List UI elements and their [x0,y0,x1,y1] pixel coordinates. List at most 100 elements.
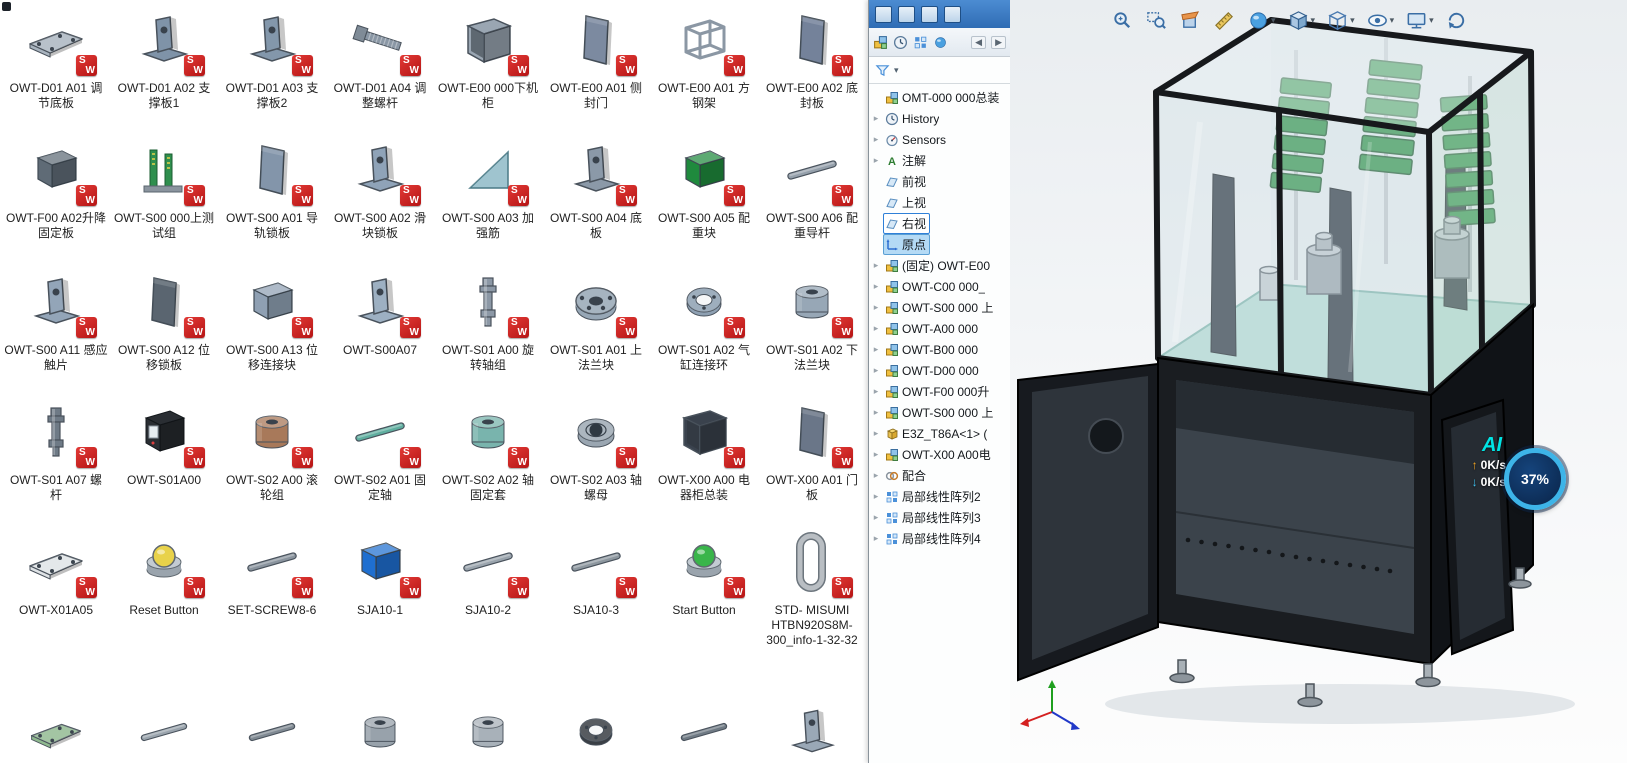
file-item[interactable] [326,694,434,763]
file-item[interactable]: SW STD- MISUMI HTBN920S8M-300_info-1-32-… [758,522,866,694]
expander-icon[interactable]: ▸ [869,470,883,481]
file-item[interactable]: SW SET-SCREW8-6 [218,522,326,694]
tree-item[interactable]: 右视 [869,213,1010,234]
file-item[interactable]: SW SJA10-3 [542,522,650,694]
configuration-manager-tab-icon[interactable] [913,35,928,50]
command-icon[interactable] [898,6,915,23]
file-item[interactable]: SW OWT-S01 A07 螺杆 [2,392,110,522]
file-item[interactable]: SW OWT-D01 A03 支撑板2 [218,0,326,130]
tree-item[interactable]: ▸ OWT-C00 000_ [869,276,1010,297]
file-item[interactable]: SW OWT-S00 A05 配重块 [650,130,758,262]
expander-icon[interactable]: ▸ [869,386,883,397]
file-item[interactable]: SW OWT-S00 A01 导轨锁板 [218,130,326,262]
tab-scroll-left-button[interactable]: ◀ [971,36,986,49]
zoom-fit-icon[interactable] [1110,8,1135,33]
zoom-area-icon[interactable] [1144,8,1169,33]
file-item[interactable]: SW OWT-D01 A01 调节底板 [2,0,110,130]
file-item[interactable]: SW OWT-X00 A01 门板 [758,392,866,522]
file-item[interactable]: SW SJA10-1 [326,522,434,694]
dropdown-caret-icon[interactable]: ▾ [1429,15,1434,26]
file-item[interactable]: SW OWT-S00 A03 加强筋 [434,130,542,262]
3d-model-machine[interactable] [1010,12,1627,763]
tree-item[interactable]: ▸ OWT-A00 000 [869,318,1010,339]
tree-item[interactable]: ▸ History [869,108,1010,129]
file-item[interactable] [218,694,326,763]
tree-item[interactable]: ▸ Sensors [869,129,1010,150]
tree-item[interactable]: ▸ (固定) OWT-E00 [869,255,1010,276]
scene-icon[interactable]: ▾ [1404,8,1435,33]
expander-icon[interactable]: ▸ [869,491,883,502]
file-item[interactable]: SW OWT-E00 A01 侧封门 [542,0,650,130]
file-item[interactable]: SW OWT-S02 A01 固定轴 [326,392,434,522]
expander-icon[interactable]: ▸ [869,323,883,334]
network-monitor-overlay[interactable]: AI ↑ 0K/s ↓ 0K/s [1444,434,1506,492]
file-item[interactable]: SW OWT-S00 A11 感应触片 [2,262,110,392]
hide-show-icon[interactable]: ▾ [1365,8,1396,33]
file-item[interactable]: SW OWT-S01 A00 旋转轴组 [434,262,542,392]
tree-item[interactable]: ▸ OWT-S00 000 上 [869,402,1010,423]
tree-item[interactable]: 原点 [869,234,1010,255]
tree-item[interactable]: ▸ 配合 [869,465,1010,486]
expander-icon[interactable]: ▸ [869,155,883,166]
display-style-icon[interactable]: ▾ [1325,8,1356,33]
display-manager-tab-icon[interactable] [933,35,948,50]
expander-icon[interactable]: ▸ [869,512,883,523]
expander-icon[interactable]: ▸ [869,260,883,271]
tree-item[interactable]: ▸ OWT-F00 000升 [869,381,1010,402]
file-item[interactable]: SW OWT-S00 000上测试组 [110,130,218,262]
file-item[interactable]: SW OWT-S00 A12 位移锁板 [110,262,218,392]
file-item[interactable]: SW OWT-S01 A02 气缸连接环 [650,262,758,392]
file-item[interactable]: SW OWT-S00 A06 配重导杆 [758,130,866,262]
command-icon[interactable] [944,6,961,23]
file-item[interactable]: SW OWT-S02 A02 轴固定套 [434,392,542,522]
dropdown-caret-icon[interactable]: ▾ [1311,15,1316,26]
file-item[interactable]: SW OWT-F00 A02升降固定板 [2,130,110,262]
file-item[interactable] [110,694,218,763]
file-item[interactable]: SW OWT-D01 A02 支撑板1 [110,0,218,130]
property-manager-tab-icon[interactable] [893,35,908,50]
viewport[interactable]: ▾ ▾ ▾ ▾ ▾ [1010,0,1627,763]
command-icon[interactable] [921,6,938,23]
tree-item[interactable]: ▸ OWT-S00 000 上 [869,297,1010,318]
file-item[interactable]: SW OWT-S01A00 [110,392,218,522]
tree-item[interactable]: ▸ 注解 [869,150,1010,171]
filter-funnel-icon[interactable] [875,63,890,78]
expander-icon[interactable]: ▸ [869,533,883,544]
measure-icon[interactable] [1212,8,1237,33]
rotate-view-icon[interactable] [1444,8,1469,33]
tree-item[interactable]: ▸ E3Z_T86A<1> ( [869,423,1010,444]
dropdown-caret-icon[interactable]: ▾ [1390,15,1395,26]
file-item[interactable]: SW OWT-E00 A01 方钢架 [650,0,758,130]
tree-item[interactable]: ▸ 局部线性阵列3 [869,507,1010,528]
file-item[interactable] [2,694,110,763]
file-item[interactable]: SW OWT-S00 A02 滑块锁板 [326,130,434,262]
expander-icon[interactable]: ▸ [869,407,883,418]
file-item[interactable] [758,694,866,763]
file-item[interactable] [650,694,758,763]
dropdown-caret-icon[interactable]: ▾ [1271,15,1276,26]
expander-icon[interactable]: ▸ [869,344,883,355]
file-item[interactable]: SW OWT-X01A05 [2,522,110,694]
expander-icon[interactable]: ▸ [869,365,883,376]
expander-icon[interactable]: ▸ [869,134,883,145]
tab-scroll-right-button[interactable]: ▶ [991,36,1006,49]
usage-percent-badge[interactable]: 37% [1504,448,1566,510]
file-item[interactable]: SW OWT-S00 A04 底板 [542,130,650,262]
file-item[interactable]: SW Start Button [650,522,758,694]
file-item[interactable]: SW Reset Button [110,522,218,694]
tree-item[interactable]: ▸ 局部线性阵列4 [869,528,1010,549]
expander-icon[interactable]: ▸ [869,302,883,313]
dropdown-caret-icon[interactable]: ▾ [1350,15,1355,26]
appearance-icon[interactable]: ▾ [1246,8,1277,33]
file-item[interactable]: SW OWT-S00A07 [326,262,434,392]
file-item[interactable]: SW OWT-S02 A03 轴螺母 [542,392,650,522]
filter-caret-icon[interactable]: ▾ [894,65,899,76]
file-item[interactable]: SW OWT-S01 A02 下法兰块 [758,262,866,392]
file-item[interactable]: SW OWT-D01 A04 调整螺杆 [326,0,434,130]
tree-item[interactable]: OMT-000 000总装 [869,87,1010,108]
tree-item[interactable]: ▸ OWT-X00 A00电 [869,444,1010,465]
feature-manager-tab-icon[interactable] [873,35,888,50]
command-icon[interactable] [875,6,892,23]
expander-icon[interactable]: ▸ [869,428,883,439]
tree-item[interactable]: 上视 [869,192,1010,213]
